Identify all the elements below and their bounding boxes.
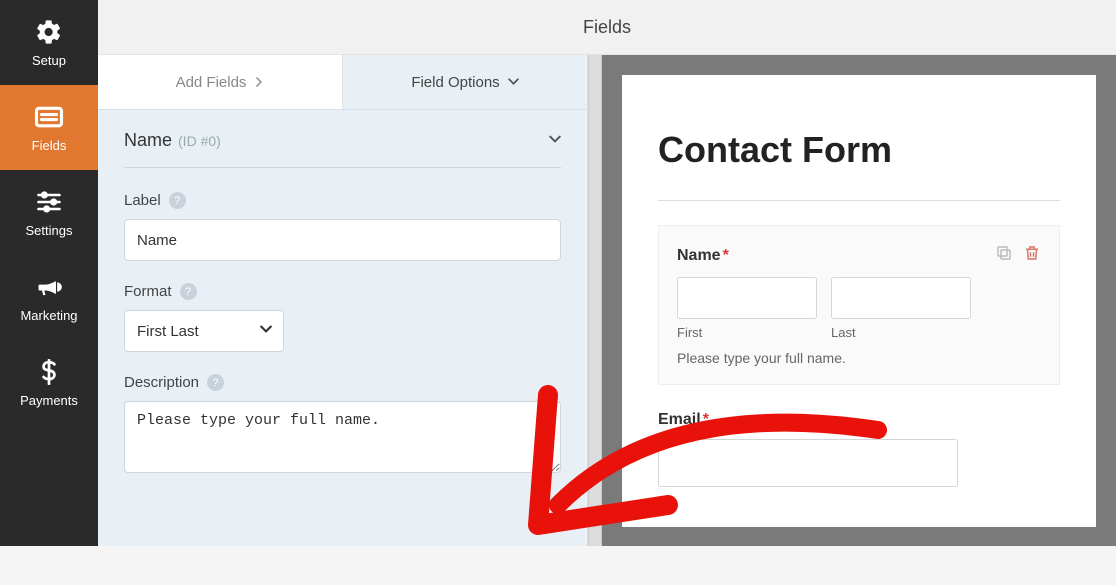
main: Fields Add Fields Field Options <box>98 0 1116 546</box>
panel-resize-handle[interactable] <box>588 55 602 546</box>
field-label: Name <box>677 247 721 264</box>
email-input[interactable] <box>658 439 958 487</box>
preview-field-email[interactable]: Email* <box>658 411 1060 487</box>
first-sublabel: First <box>677 325 817 340</box>
required-marker: * <box>703 411 709 428</box>
page-title: Fields <box>583 17 631 38</box>
sidebar: Setup Fields Settings Marketing Payments <box>0 0 98 546</box>
sidebar-item-marketing[interactable]: Marketing <box>0 255 98 340</box>
delete-icon[interactable] <box>1023 244 1041 267</box>
preview-field-name[interactable]: Name* <box>658 225 1060 385</box>
sidebar-item-label: Marketing <box>20 308 77 323</box>
tab-label: Field Options <box>411 74 499 91</box>
tab-label: Add Fields <box>176 74 247 91</box>
required-marker: * <box>723 247 729 264</box>
dollar-icon <box>34 357 64 387</box>
chevron-down-icon <box>549 132 561 150</box>
preview-card: Contact Form Name* <box>622 75 1096 527</box>
label-input[interactable] <box>124 219 561 261</box>
label-row: Label ? <box>124 192 561 261</box>
sliders-icon <box>34 187 64 217</box>
help-icon[interactable]: ? <box>207 374 224 391</box>
sidebar-item-payments[interactable]: Payments <box>0 340 98 425</box>
format-row: Format ? <box>124 283 561 352</box>
tab-field-options[interactable]: Field Options <box>343 55 587 109</box>
last-name-input[interactable] <box>831 277 971 319</box>
content: Add Fields Field Options Name (ID <box>98 55 1116 546</box>
sidebar-item-label: Fields <box>32 138 67 153</box>
sidebar-item-setup[interactable]: Setup <box>0 0 98 85</box>
gear-icon <box>34 17 64 47</box>
field-options-toggle[interactable]: Name (ID #0) <box>124 130 561 168</box>
chevron-down-icon <box>508 74 519 91</box>
tabs: Add Fields Field Options <box>98 55 587 110</box>
page-header: Fields <box>98 0 1116 55</box>
option-body: Name (ID #0) Label ? For <box>98 110 587 546</box>
tab-add-fields[interactable]: Add Fields <box>98 55 343 109</box>
field-description: Please type your full name. <box>677 350 1041 366</box>
duplicate-icon[interactable] <box>995 244 1013 267</box>
field-heading-name: Name <box>124 130 172 151</box>
form-title: Contact Form <box>658 129 918 170</box>
last-sublabel: Last <box>831 325 971 340</box>
divider <box>658 200 1060 201</box>
form-label: Description <box>124 374 199 391</box>
form-icon <box>34 102 64 132</box>
sidebar-item-label: Payments <box>20 393 78 408</box>
first-name-input[interactable] <box>677 277 817 319</box>
chevron-right-icon <box>254 74 264 91</box>
form-label: Format <box>124 283 172 300</box>
description-textarea[interactable] <box>124 401 561 473</box>
sidebar-item-label: Setup <box>32 53 66 68</box>
sidebar-item-label: Settings <box>26 223 73 238</box>
help-icon[interactable]: ? <box>180 283 197 300</box>
options-panel: Add Fields Field Options Name (ID <box>98 55 588 546</box>
bullhorn-icon <box>34 272 64 302</box>
form-label: Label <box>124 192 161 209</box>
format-select[interactable] <box>124 310 284 352</box>
description-row: Description ? <box>124 374 561 478</box>
help-icon[interactable]: ? <box>169 192 186 209</box>
field-heading-id: (ID #0) <box>178 133 221 149</box>
preview-pane: Contact Form Name* <box>602 55 1116 546</box>
sidebar-item-settings[interactable]: Settings <box>0 170 98 255</box>
sidebar-item-fields[interactable]: Fields <box>0 85 98 170</box>
field-label: Email <box>658 411 701 428</box>
